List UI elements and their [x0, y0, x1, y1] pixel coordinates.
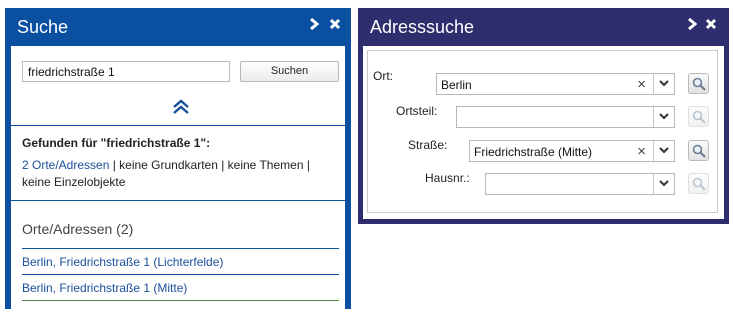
- clear-x-icon[interactable]: ×: [637, 143, 646, 160]
- divider: [11, 125, 345, 126]
- strasse-combobox[interactable]: Friedrichstraße (Mitte) ×: [469, 140, 675, 162]
- ort-label: Ort:: [373, 69, 393, 83]
- suche-title: Suche: [17, 17, 69, 37]
- dropdown-arrow-icon[interactable]: [653, 107, 674, 127]
- result-summary: 2 Orte/Adressen | keine Grundkarten | ke…: [22, 157, 342, 191]
- result-rest-line2: keine Einzelobjekte: [22, 175, 126, 189]
- divider: [22, 248, 339, 249]
- dropdown-arrow-icon[interactable]: [653, 74, 674, 94]
- ortsteil-label: Ortsteil:: [396, 104, 438, 118]
- collapse-double-chevron-up-icon[interactable]: [172, 98, 190, 116]
- result-item[interactable]: Berlin, Friedrichstraße 1 (Mitte): [22, 281, 187, 295]
- close-icon[interactable]: [705, 16, 717, 37]
- adresssuche-form: Ort: Berlin × Ortsteil: Straße: Friedric: [367, 50, 718, 213]
- result-link-orte[interactable]: 2 Orte/Adressen: [22, 158, 109, 172]
- adresssuche-body: Ort: Berlin × Ortsteil: Straße: Friedric: [363, 46, 724, 219]
- suche-header: Suche: [5, 8, 351, 45]
- adresssuche-panel: Adresssuche Ort: Berlin × Ortsteil: Stra…: [358, 8, 729, 224]
- search-button[interactable]: Suchen: [240, 61, 339, 82]
- ortsteil-combobox[interactable]: [456, 106, 675, 128]
- hausnr-combobox[interactable]: [485, 173, 675, 195]
- ort-value: Berlin: [441, 78, 472, 92]
- dropdown-arrow-icon[interactable]: [653, 174, 674, 194]
- strasse-search-magnifier-icon[interactable]: [688, 140, 709, 161]
- clear-x-icon[interactable]: ×: [637, 76, 646, 93]
- strasse-value: Friedrichstraße (Mitte): [474, 145, 593, 159]
- suche-body: Suchen Gefunden für "friedrichstraße 1":…: [11, 46, 345, 316]
- ort-search-magnifier-icon[interactable]: [688, 73, 709, 94]
- ort-combobox[interactable]: Berlin ×: [436, 73, 675, 95]
- found-heading: Gefunden für "friedrichstraße 1":: [22, 136, 211, 150]
- divider: [22, 300, 339, 301]
- divider: [22, 274, 339, 275]
- divider: [11, 200, 345, 201]
- adresssuche-title: Adresssuche: [370, 17, 475, 37]
- expand-icon[interactable]: [309, 16, 320, 37]
- close-icon[interactable]: [329, 16, 341, 37]
- ortsteil-search-magnifier-icon[interactable]: [688, 106, 709, 127]
- strasse-label: Straße:: [408, 138, 448, 152]
- hausnr-search-magnifier-icon[interactable]: [688, 173, 709, 194]
- search-input[interactable]: [22, 61, 230, 82]
- suche-panel: Suche Suchen Gefunden für "friedrichstra…: [5, 8, 351, 316]
- result-rest-line1: | keine Grundkarten | keine Themen |: [109, 158, 310, 172]
- expand-icon[interactable]: [687, 16, 698, 37]
- adresssuche-header: Adresssuche: [358, 8, 729, 45]
- section-heading: Orte/Adressen (2): [22, 221, 134, 237]
- dropdown-arrow-icon[interactable]: [653, 141, 674, 161]
- result-item[interactable]: Berlin, Friedrichstraße 1 (Lichterfelde): [22, 255, 223, 269]
- hausnr-label: Hausnr.:: [425, 171, 470, 185]
